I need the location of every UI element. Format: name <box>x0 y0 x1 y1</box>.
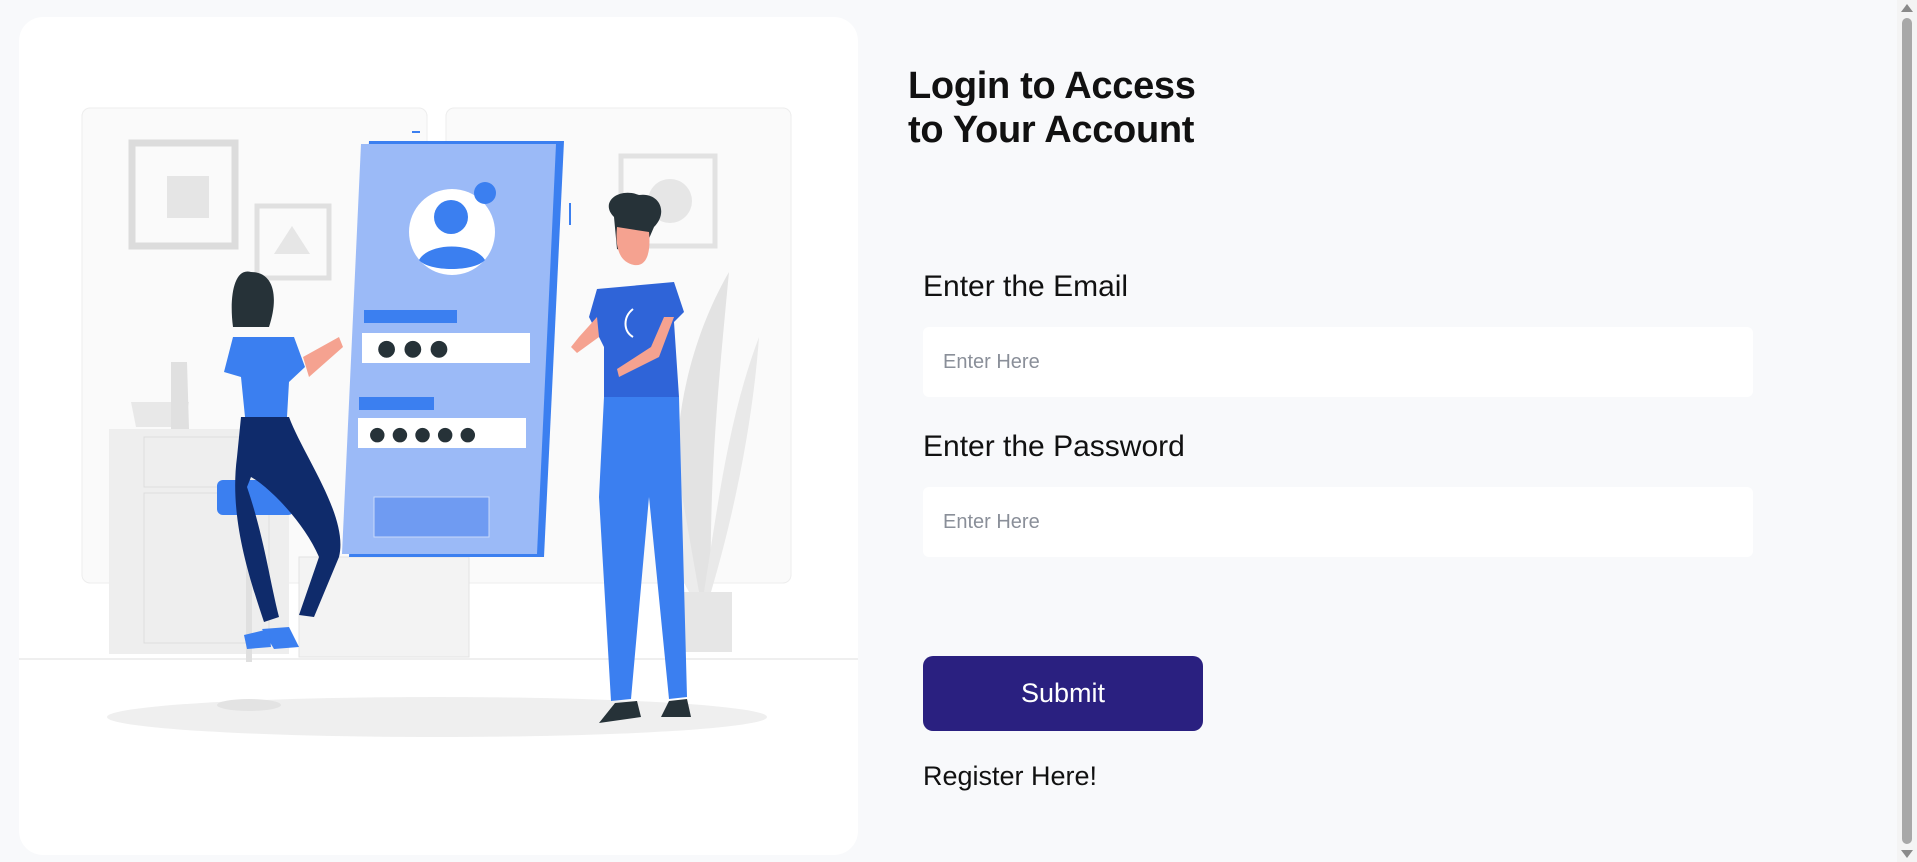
scroll-thumb[interactable] <box>1902 18 1912 844</box>
login-form-area: Login to Access to Your Account <box>908 64 1788 152</box>
page-title: Login to Access to Your Account <box>908 64 1788 152</box>
page-title-line-2: to Your Account <box>908 109 1195 151</box>
page-title-line-1: Login to Access <box>908 65 1196 107</box>
submit-button[interactable]: Submit <box>923 656 1203 731</box>
email-label: Enter the Email <box>923 270 1129 303</box>
password-input[interactable] <box>923 487 1753 557</box>
email-input[interactable] <box>923 327 1753 397</box>
scroll-down-arrow-icon[interactable] <box>1901 850 1913 858</box>
login-illustration-card: ● ● ● ● ● ● ● ● <box>19 17 858 855</box>
password-label: Enter the Password <box>923 430 1185 463</box>
mock-password-dots-short: ● ● ● <box>377 336 449 361</box>
page-scrollbar[interactable] <box>1897 0 1917 862</box>
register-link[interactable]: Register Here! <box>923 761 1097 792</box>
scroll-up-arrow-icon[interactable] <box>1901 4 1913 12</box>
login-illustration: ● ● ● ● ● ● ● ● <box>19 107 858 737</box>
mock-password-dots-long: ● ● ● ● ● <box>369 423 476 445</box>
